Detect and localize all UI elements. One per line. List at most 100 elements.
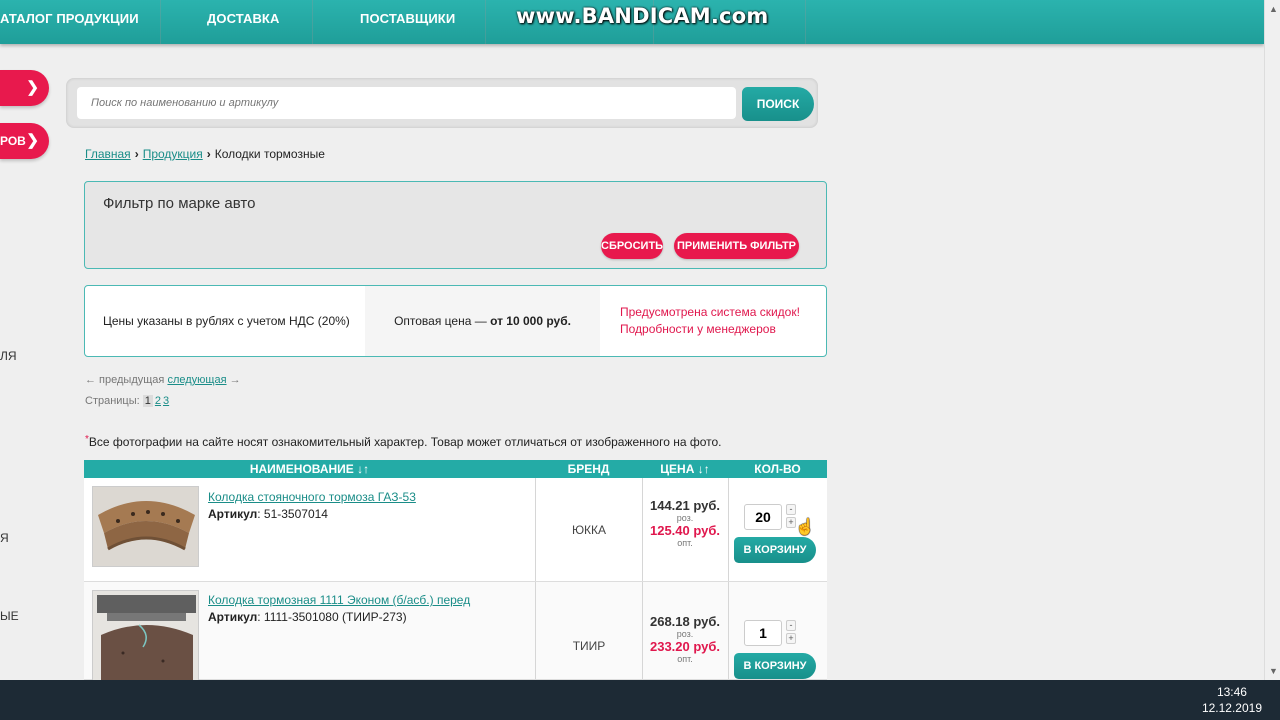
breadcrumb: Главная › Продукция › Колодки тормозные — [85, 147, 325, 161]
discount-line-2: Подробности у менеджеров — [620, 322, 776, 336]
column-divider — [728, 478, 729, 581]
sort-icon[interactable]: ↓↑ — [357, 462, 369, 476]
decrement-button[interactable]: - — [786, 620, 796, 631]
wholesale-price: 125.40 руб. — [649, 523, 720, 538]
retail-price: 268.18 руб. — [649, 614, 720, 629]
increment-button[interactable]: + — [786, 633, 796, 644]
next-arrow: → — [229, 374, 241, 386]
header-name[interactable]: НАИМЕНОВАНИЕ ↓↑ — [84, 460, 535, 478]
discount-note: Предусмотрена система скидок! Подробност… — [620, 286, 820, 356]
breadcrumb-separator: › — [206, 147, 211, 161]
car-brand-filter: Фильтр по марке авто СБРОСИТЬ ПРИМЕНИТЬ … — [84, 181, 827, 269]
header-name-label: НАИМЕНОВАНИЕ — [249, 462, 354, 476]
page-3[interactable]: 3 — [163, 395, 169, 407]
product-price: 268.18 руб. роз. 233.20 руб. опт. — [642, 614, 728, 664]
article-value: : 1111-3501080 (ТИИР-273) — [257, 610, 407, 624]
breadcrumb-products[interactable]: Продукция — [143, 147, 203, 161]
clock-date: 12.12.2019 — [1201, 701, 1262, 715]
page-scrollbar[interactable]: ▲ ▼ — [1264, 0, 1280, 680]
apply-filter-button[interactable]: ПРИМЕНИТЬ ФИЛЬТР — [674, 233, 799, 259]
wholesale-label: опт. — [677, 538, 693, 548]
product-price: 144.21 руб. роз. 125.40 руб. опт. — [642, 498, 728, 548]
filter-title: Фильтр по марке авто — [103, 195, 256, 212]
vat-note: Цены указаны в рублях с учетом НДС (20%) — [103, 314, 350, 328]
discount-line-1: Предусмотрена система скидок! — [620, 305, 800, 319]
sidebar-tab-catalog[interactable]: ❯ — [0, 70, 49, 106]
decrement-button[interactable]: - — [786, 504, 796, 515]
chevron-right-icon: ❯ — [26, 132, 39, 149]
pages-label: Страницы: — [85, 395, 140, 407]
system-clock[interactable]: 13:46 12.12.2019 — [1202, 684, 1262, 716]
wholesale-price: 233.20 руб. — [649, 639, 720, 654]
product-article: Артикул: 51-3507014 — [208, 507, 328, 521]
product-brand: ЮККА — [571, 523, 607, 537]
wholesale-note: Оптовая цена — от 10 000 руб. — [365, 286, 600, 356]
product-name-link[interactable]: Колодка стояночного тормоза ГАЗ-53 — [208, 490, 416, 504]
next-page-link[interactable]: следующая — [167, 374, 226, 386]
search-bar: ПОИСК — [66, 78, 818, 128]
article-label: Артикул — [208, 507, 258, 521]
nav-suppliers[interactable]: ПОСТАВЩИКИ — [360, 0, 455, 44]
hand-cursor-icon: ☝ — [795, 519, 815, 536]
nav-separator — [160, 0, 161, 44]
retail-label: роз. — [676, 513, 694, 523]
scroll-up-icon[interactable]: ▲ — [1269, 4, 1278, 14]
scroll-down-icon[interactable]: ▼ — [1269, 666, 1278, 676]
retail-price: 144.21 руб. — [649, 498, 720, 513]
price-info-box: Цены указаны в рублях с учетом НДС (20%)… — [84, 285, 827, 357]
top-navigation: АТАЛОГ ПРОДУКЦИИ ДОСТАВКА ПОСТАВЩИКИ www… — [0, 0, 1264, 44]
breadcrumb-current: Колодки тормозные — [214, 147, 325, 161]
add-to-cart-button[interactable]: В КОРЗИНУ — [734, 653, 816, 679]
sidebar-tab-second[interactable]: РОВ ❯ — [0, 123, 49, 159]
header-qty: КОЛ-ВО — [754, 462, 801, 476]
page-2[interactable]: 2 — [155, 395, 161, 407]
product-name-link[interactable]: Колодка тормозная 1111 Эконом (б/асб.) п… — [208, 593, 470, 607]
column-divider — [728, 582, 729, 679]
quantity-input[interactable] — [744, 504, 782, 530]
quantity-input[interactable] — [744, 620, 782, 646]
wholesale-label: опт. — [677, 654, 693, 664]
page-numbers: Страницы: 123 — [85, 395, 169, 407]
pager: ← предыдущая следующая → — [85, 374, 241, 386]
nav-delivery[interactable]: ДОСТАВКА — [207, 0, 279, 44]
page-1: 1 — [142, 395, 153, 407]
breadcrumb-separator: › — [134, 147, 139, 161]
article-label: Артикул — [208, 610, 258, 624]
clock-time: 13:46 — [1216, 685, 1247, 699]
photo-note-text: Все фотографии на сайте носят ознакомите… — [88, 435, 722, 449]
photo-disclaimer: *Все фотографии на сайте носят ознакомит… — [85, 434, 722, 449]
column-divider — [535, 582, 536, 679]
sidebar-item-fragment[interactable]: ЛЯ — [0, 349, 17, 363]
product-image[interactable] — [92, 486, 199, 567]
header-brand: БРЕНД — [567, 462, 610, 476]
product-article: Артикул: 1111-3501080 (ТИИР-273) — [208, 610, 407, 624]
add-to-cart-button[interactable]: В КОРЗИНУ — [734, 537, 816, 563]
nav-separator — [485, 0, 486, 44]
search-button[interactable]: ПОИСК — [742, 87, 814, 121]
retail-label: роз. — [676, 629, 694, 639]
search-input[interactable] — [77, 87, 736, 119]
article-value: : 51-3507014 — [257, 507, 328, 521]
chevron-right-icon: ❯ — [26, 79, 39, 96]
table-row: Колодка стояночного тормоза ГАЗ-53 Артик… — [84, 478, 827, 582]
prev-page-link: ← предыдущая — [85, 374, 165, 386]
sort-icon[interactable]: ↓↑ — [698, 462, 710, 476]
nav-catalog[interactable]: АТАЛОГ ПРОДУКЦИИ — [0, 0, 139, 44]
wholesale-prefix: Оптовая цена — — [394, 314, 491, 328]
table-row: Колодка тормозная 1111 Эконом (б/асб.) п… — [84, 582, 827, 682]
sidebar-tab-label: РОВ — [0, 134, 26, 148]
nav-separator — [805, 0, 806, 44]
header-price-label: ЦЕНА — [660, 462, 695, 476]
product-image[interactable] — [92, 590, 199, 682]
table-header: НАИМЕНОВАНИЕ ↓↑ БРЕНД ЦЕНА ↓↑ КОЛ-ВО — [84, 460, 827, 478]
reset-filter-button[interactable]: СБРОСИТЬ — [601, 233, 663, 259]
product-brand: ТИИР — [572, 639, 606, 653]
breadcrumb-home[interactable]: Главная — [85, 147, 131, 161]
sidebar-item-fragment[interactable]: ЫЕ — [0, 609, 19, 623]
os-taskbar: 13:46 12.12.2019 — [0, 680, 1280, 720]
nav-separator — [312, 0, 313, 44]
wholesale-threshold: от 10 000 руб. — [490, 314, 571, 328]
header-price[interactable]: ЦЕНА ↓↑ — [642, 460, 728, 478]
sidebar-item-fragment[interactable]: Я — [0, 531, 9, 545]
recording-watermark: www.BANDICAM.com — [516, 4, 769, 28]
